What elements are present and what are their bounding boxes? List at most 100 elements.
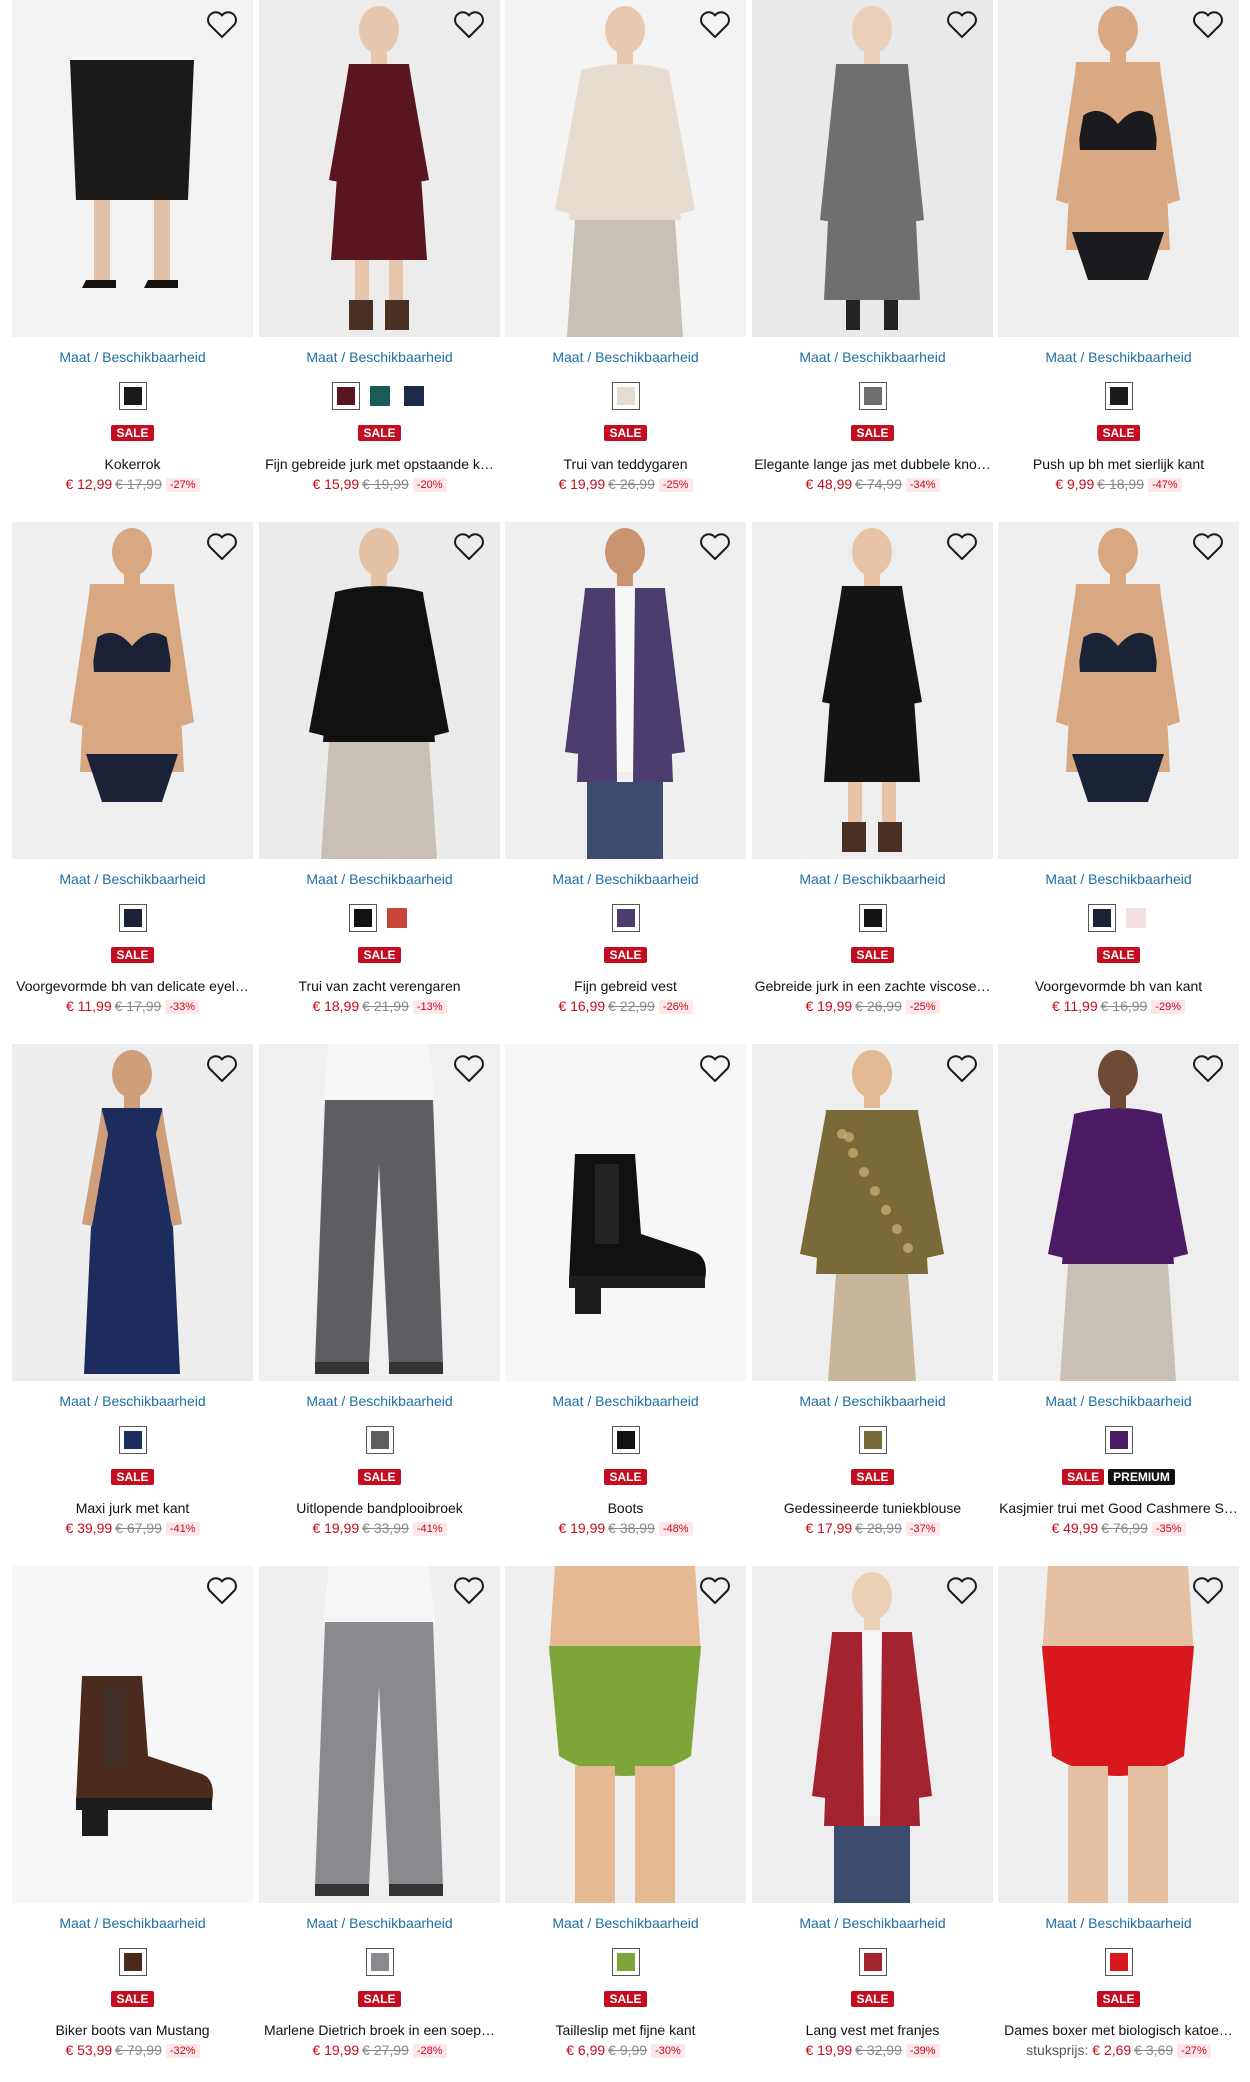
color-swatch[interactable] bbox=[1104, 1426, 1133, 1454]
product-name[interactable]: Push up bh met sierlijk kant bbox=[998, 456, 1239, 472]
wishlist-heart-icon[interactable] bbox=[205, 10, 239, 40]
color-swatch[interactable] bbox=[331, 382, 360, 410]
product-name[interactable]: Biker boots van Mustang bbox=[12, 2022, 253, 2038]
product-image[interactable] bbox=[752, 1566, 993, 1903]
product-card[interactable]: Maat / Beschikbaarheid SALE Fijn gebreide … bbox=[259, 0, 500, 510]
size-availability-link[interactable]: Maat / Beschikbaarheid bbox=[505, 1393, 746, 1409]
product-image[interactable] bbox=[12, 1566, 253, 1903]
color-swatch[interactable] bbox=[1087, 904, 1116, 932]
product-card[interactable]: Maat / Beschikbaarheid SALE Voorgevormde b… bbox=[998, 522, 1239, 1032]
product-name[interactable]: Voorgevormde bh van delicate eyel… bbox=[12, 978, 253, 994]
product-image[interactable] bbox=[752, 522, 993, 859]
color-swatch[interactable] bbox=[383, 904, 411, 932]
product-card[interactable]: Maat / Beschikbaarheid SALE Maxi jurk met … bbox=[12, 1044, 253, 1554]
product-name[interactable]: Uitlopende bandplooibroek bbox=[259, 1500, 500, 1516]
product-name[interactable]: Fijn gebreid vest bbox=[505, 978, 746, 994]
product-image[interactable] bbox=[752, 0, 993, 337]
product-card[interactable]: Maat / Beschikbaarheid SALE Elegante lange… bbox=[752, 0, 993, 510]
color-swatch[interactable] bbox=[1104, 1948, 1133, 1976]
wishlist-heart-icon[interactable] bbox=[1191, 10, 1225, 40]
wishlist-heart-icon[interactable] bbox=[452, 532, 486, 562]
product-name[interactable]: Kasjmier trui met Good Cashmere S… bbox=[998, 1500, 1239, 1516]
size-availability-link[interactable]: Maat / Beschikbaarheid bbox=[505, 349, 746, 365]
product-card[interactable]: Maat / Beschikbaarheid SALE Push up bh met… bbox=[998, 0, 1239, 510]
color-swatch[interactable] bbox=[365, 1948, 394, 1976]
wishlist-heart-icon[interactable] bbox=[205, 1576, 239, 1606]
wishlist-heart-icon[interactable] bbox=[205, 1054, 239, 1084]
color-swatch[interactable] bbox=[366, 382, 394, 410]
wishlist-heart-icon[interactable] bbox=[452, 10, 486, 40]
product-name[interactable]: Maxi jurk met kant bbox=[12, 1500, 253, 1516]
product-name[interactable]: Trui van teddygaren bbox=[505, 456, 746, 472]
wishlist-heart-icon[interactable] bbox=[945, 532, 979, 562]
color-swatch[interactable] bbox=[118, 382, 147, 410]
product-card[interactable]: Maat / Beschikbaarheid SALE Kokerrok € 12,9… bbox=[12, 0, 253, 510]
wishlist-heart-icon[interactable] bbox=[698, 10, 732, 40]
wishlist-heart-icon[interactable] bbox=[945, 1576, 979, 1606]
color-swatch[interactable] bbox=[611, 904, 640, 932]
product-name[interactable]: Boots bbox=[505, 1500, 746, 1516]
product-card[interactable]: Maat / Beschikbaarheid SALE Tailleslip met… bbox=[505, 1566, 746, 2076]
product-image[interactable] bbox=[505, 1566, 746, 1903]
product-image[interactable] bbox=[505, 0, 746, 337]
size-availability-link[interactable]: Maat / Beschikbaarheid bbox=[752, 871, 993, 887]
product-image[interactable] bbox=[505, 522, 746, 859]
product-image[interactable] bbox=[752, 1044, 993, 1381]
product-image[interactable] bbox=[998, 1566, 1239, 1903]
product-image[interactable] bbox=[259, 1566, 500, 1903]
product-image[interactable] bbox=[998, 522, 1239, 859]
product-card[interactable]: Maat / Beschikbaarheid SALE Dames boxer me… bbox=[998, 1566, 1239, 2076]
color-swatch[interactable] bbox=[858, 1426, 887, 1454]
color-swatch[interactable] bbox=[348, 904, 377, 932]
product-card[interactable]: Maat / Beschikbaarheid SALE PREMIUM Kasjmie… bbox=[998, 1044, 1239, 1554]
size-availability-link[interactable]: Maat / Beschikbaarheid bbox=[505, 871, 746, 887]
product-image[interactable] bbox=[259, 1044, 500, 1381]
color-swatch[interactable] bbox=[400, 382, 428, 410]
product-name[interactable]: Voorgevormde bh van kant bbox=[998, 978, 1239, 994]
wishlist-heart-icon[interactable] bbox=[945, 1054, 979, 1084]
product-name[interactable]: Kokerrok bbox=[12, 456, 253, 472]
product-card[interactable]: Maat / Beschikbaarheid SALE Trui van zacht… bbox=[259, 522, 500, 1032]
size-availability-link[interactable]: Maat / Beschikbaarheid bbox=[12, 1915, 253, 1931]
product-card[interactable]: Maat / Beschikbaarheid SALE Gedessineerde … bbox=[752, 1044, 993, 1554]
color-swatch[interactable] bbox=[858, 904, 887, 932]
size-availability-link[interactable]: Maat / Beschikbaarheid bbox=[998, 871, 1239, 887]
size-availability-link[interactable]: Maat / Beschikbaarheid bbox=[259, 871, 500, 887]
product-card[interactable]: Maat / Beschikbaarheid SALE Lang vest met … bbox=[752, 1566, 993, 2076]
product-card[interactable]: Maat / Beschikbaarheid SALE Biker boots va… bbox=[12, 1566, 253, 2076]
product-card[interactable]: Maat / Beschikbaarheid SALE Trui van teddy… bbox=[505, 0, 746, 510]
product-image[interactable] bbox=[998, 1044, 1239, 1381]
size-availability-link[interactable]: Maat / Beschikbaarheid bbox=[505, 1915, 746, 1931]
wishlist-heart-icon[interactable] bbox=[452, 1054, 486, 1084]
product-name[interactable]: Tailleslip met fijne kant bbox=[505, 2022, 746, 2038]
wishlist-heart-icon[interactable] bbox=[698, 532, 732, 562]
product-image[interactable] bbox=[505, 1044, 746, 1381]
product-card[interactable]: Maat / Beschikbaarheid SALE Marlene Dietri… bbox=[259, 1566, 500, 2076]
size-availability-link[interactable]: Maat / Beschikbaarheid bbox=[259, 1915, 500, 1931]
product-image[interactable] bbox=[12, 1044, 253, 1381]
wishlist-heart-icon[interactable] bbox=[1191, 532, 1225, 562]
color-swatch[interactable] bbox=[118, 1948, 147, 1976]
color-swatch[interactable] bbox=[118, 904, 147, 932]
color-swatch[interactable] bbox=[858, 382, 887, 410]
product-card[interactable]: Maat / Beschikbaarheid SALE Voorgevormde b… bbox=[12, 522, 253, 1032]
size-availability-link[interactable]: Maat / Beschikbaarheid bbox=[12, 349, 253, 365]
product-name[interactable]: Trui van zacht verengaren bbox=[259, 978, 500, 994]
product-image[interactable] bbox=[12, 0, 253, 337]
size-availability-link[interactable]: Maat / Beschikbaarheid bbox=[12, 1393, 253, 1409]
color-swatch[interactable] bbox=[858, 1948, 887, 1976]
color-swatch[interactable] bbox=[611, 1948, 640, 1976]
product-image[interactable] bbox=[998, 0, 1239, 337]
wishlist-heart-icon[interactable] bbox=[205, 532, 239, 562]
product-name[interactable]: Gedessineerde tuniekblouse bbox=[752, 1500, 993, 1516]
size-availability-link[interactable]: Maat / Beschikbaarheid bbox=[12, 871, 253, 887]
color-swatch[interactable] bbox=[118, 1426, 147, 1454]
color-swatch[interactable] bbox=[611, 1426, 640, 1454]
product-image[interactable] bbox=[259, 522, 500, 859]
product-card[interactable]: Maat / Beschikbaarheid SALE Fijn gebreid v… bbox=[505, 522, 746, 1032]
product-name[interactable]: Lang vest met franjes bbox=[752, 2022, 993, 2038]
wishlist-heart-icon[interactable] bbox=[945, 10, 979, 40]
product-image[interactable] bbox=[12, 522, 253, 859]
color-swatch[interactable] bbox=[611, 382, 640, 410]
size-availability-link[interactable]: Maat / Beschikbaarheid bbox=[259, 349, 500, 365]
